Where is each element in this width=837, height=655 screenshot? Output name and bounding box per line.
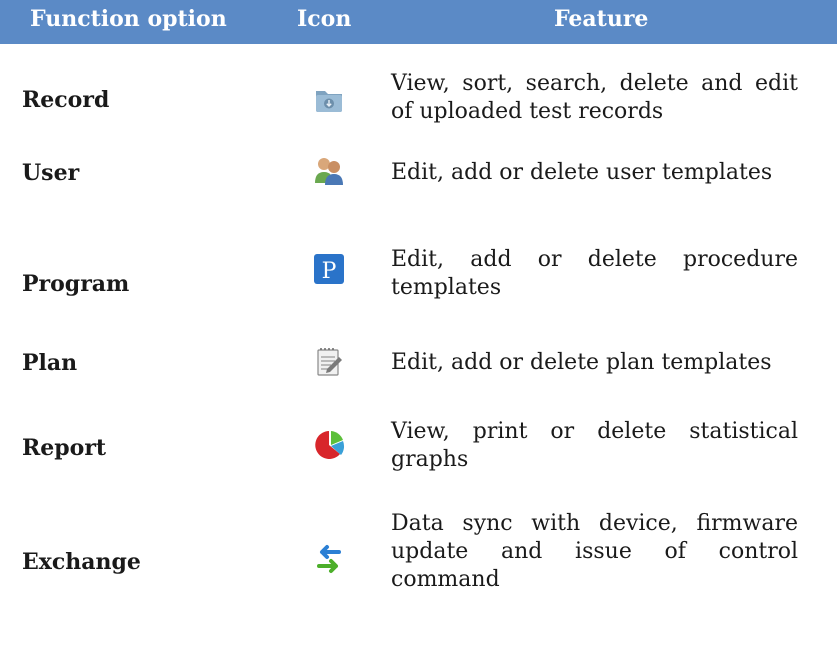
p-letter-icon: P — [312, 252, 346, 286]
table-header: Function option Icon Feature — [0, 0, 837, 44]
function-user: User — [22, 160, 80, 186]
feature-plan: Edit, add or delete plan templates — [391, 350, 772, 375]
notepad-pencil-icon — [312, 345, 346, 379]
function-exchange: Exchange — [22, 549, 141, 575]
feature-report: View, print or delete statistical graphs — [391, 419, 798, 472]
function-plan: Plan — [22, 350, 78, 376]
feature-user: Edit, add or delete user templates — [391, 160, 773, 185]
folder-download-icon — [312, 82, 346, 116]
feature-record: View, sort, search, delete and edit of u… — [391, 71, 798, 124]
table-row-user: User Edit, add or delete user templates — [0, 143, 837, 203]
feature-exchange: Data sync with device, firmware update a… — [391, 511, 798, 592]
table-row-exchange: Exchange Data sync with device, firmware… — [0, 508, 837, 608]
header-feature: Feature — [554, 6, 649, 32]
header-function-option: Function option — [30, 6, 227, 32]
function-record: Record — [22, 87, 110, 113]
table-row-report: Report View, print or delete statistical… — [0, 412, 837, 482]
function-report: Report — [22, 435, 107, 461]
header-icon: Icon — [297, 6, 352, 32]
function-program: Program — [22, 271, 130, 297]
pie-chart-icon — [312, 428, 346, 462]
feature-program: Edit, add or delete procedure templates — [391, 247, 798, 300]
sync-arrows-icon — [312, 542, 346, 576]
table-row-record: Record View, sort, search, delete and ed… — [0, 66, 837, 132]
users-icon — [312, 153, 346, 187]
table-row-plan: Plan Edit, add or delete plan templates — [0, 339, 837, 389]
svg-text:P: P — [322, 259, 337, 284]
table-row-program: Program P Edit, add or delete procedure … — [0, 240, 837, 320]
